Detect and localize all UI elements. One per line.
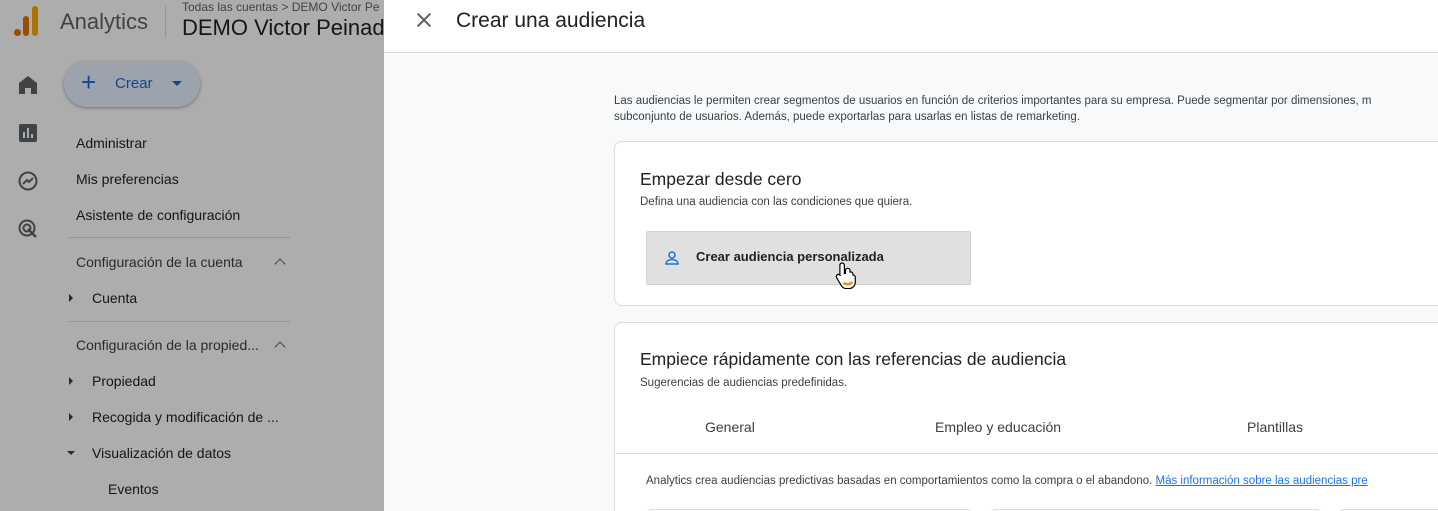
hand-pointer-cursor-icon — [835, 262, 856, 289]
card-title: Empiece rápidamente con las referencias … — [640, 349, 1067, 369]
modal-scrim[interactable] — [0, 0, 384, 511]
tab-employment-education[interactable]: Empleo y educación — [935, 419, 1061, 435]
tab-templates[interactable]: Plantillas — [1247, 419, 1303, 435]
predictive-text: Analytics crea audiencias predictivas ba… — [646, 475, 1153, 487]
intro-line: Las audiencias le permiten crear segment… — [614, 95, 1372, 107]
intro-text: Las audiencias le permiten crear segment… — [614, 93, 1438, 125]
intro-line: subconjunto de usuarios. Además, puede e… — [614, 111, 1081, 123]
create-custom-audience-button[interactable]: Crear audiencia personalizada — [646, 231, 971, 289]
predictive-info: Analytics crea audiencias predictivas ba… — [646, 475, 1368, 487]
create-audience-panel: Crear una audiencia Las audiencias le pe… — [384, 0, 1438, 511]
predictive-learn-more-link[interactable]: Más información sobre las audiencias pre — [1155, 475, 1367, 487]
close-icon[interactable] — [412, 8, 436, 32]
tab-general[interactable]: General — [705, 419, 755, 435]
card-title: Empezar desde cero — [640, 169, 802, 189]
audience-references-card: Empiece rápidamente con las referencias … — [614, 322, 1438, 511]
start-from-scratch-card: Empezar desde cero Defina una audiencia … — [614, 141, 1438, 306]
panel-title: Crear una audiencia — [456, 9, 646, 32]
card-subtitle: Defina una audiencia con las condiciones… — [640, 196, 913, 208]
panel-header: Crear una audiencia — [384, 0, 1438, 53]
person-icon — [665, 251, 679, 265]
card-subtitle: Sugerencias de audiencias predefinidas. — [640, 377, 848, 389]
reference-tabs: General Empleo y educación Plantillas — [615, 411, 1438, 454]
